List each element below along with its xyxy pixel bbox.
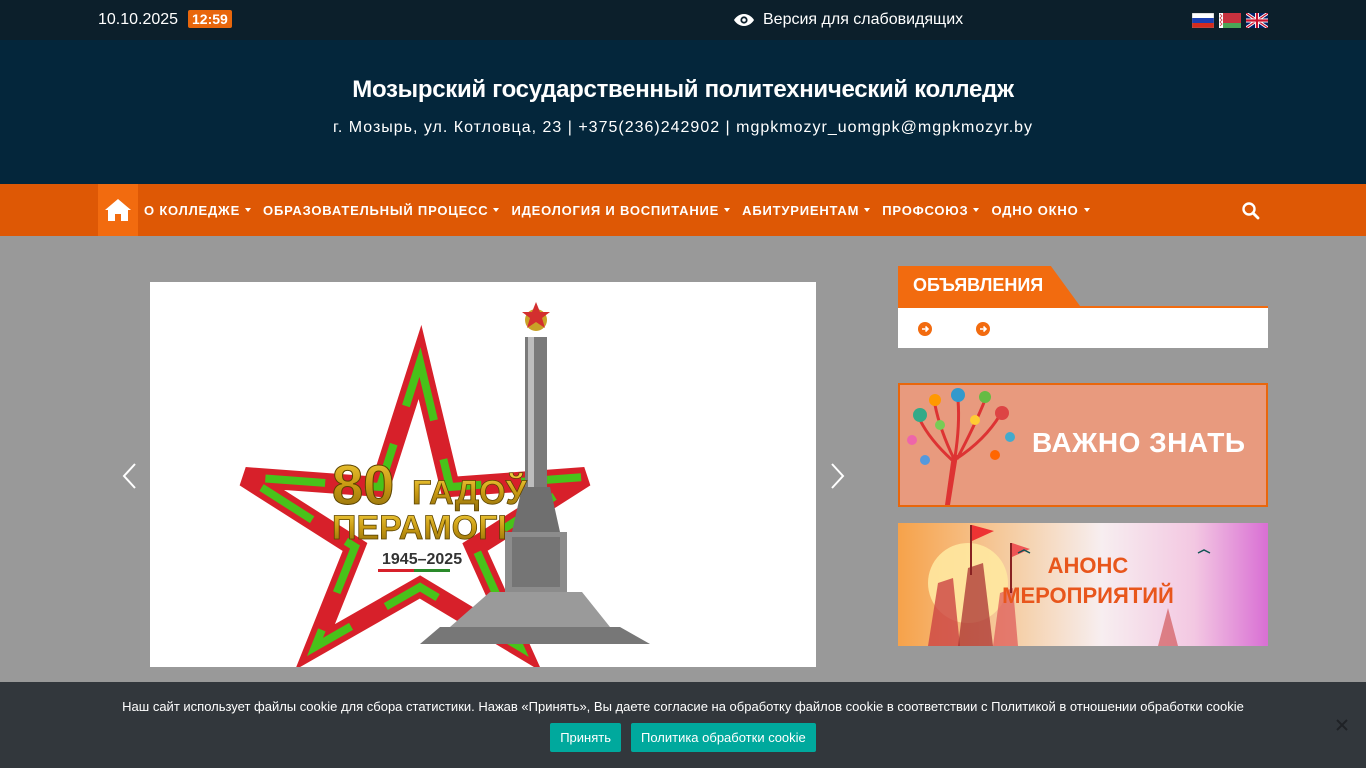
- flag-en-icon[interactable]: [1246, 13, 1268, 28]
- cookie-accept-button[interactable]: Принять: [550, 723, 621, 752]
- slide-text-peramogi: ПЕРАМОГІ: [332, 509, 507, 547]
- nav-item-label: ПРОФСОЮЗ: [882, 202, 969, 218]
- main-navigation: О КОЛЛЕДЖЕ ОБРАЗОВАТЕЛЬНЫЙ ПРОЦЕСС ИДЕОЛ…: [0, 184, 1366, 236]
- cookie-buttons: Принять Политика обработки cookie: [0, 723, 1366, 752]
- search-icon[interactable]: [1240, 200, 1262, 222]
- site-title[interactable]: Мозырский государственный политехнически…: [0, 76, 1366, 104]
- knowledge-tree-illustration: [907, 388, 1015, 505]
- important-to-know-banner[interactable]: ВАЖНО ЗНАТЬ: [898, 383, 1268, 507]
- caret-down-icon: [724, 208, 731, 212]
- nav-item-label: АБИТУРИЕНТАМ: [742, 202, 860, 218]
- caret-down-icon: [973, 208, 980, 212]
- site-description: г. Мозырь, ул. Котловца, 23 | +375(236)2…: [332, 119, 1034, 136]
- arrow-circle-right-icon[interactable]: [976, 322, 990, 336]
- svg-text:80: 80: [332, 453, 394, 516]
- cookie-policy-button[interactable]: Политика обработки cookie: [630, 723, 816, 752]
- cookie-notice: Наш сайт использует файлы cookie для сбо…: [0, 682, 1366, 768]
- nav-menu: О КОЛЛЕДЖЕ ОБРАЗОВАТЕЛЬНЫЙ ПРОЦЕСС ИДЕОЛ…: [144, 184, 1102, 236]
- arrow-circle-right-icon[interactable]: [918, 322, 932, 336]
- nav-item-union[interactable]: ПРОФСОЮЗ: [882, 202, 980, 218]
- caret-down-icon: [864, 208, 871, 212]
- hero-slider: 80 ГАДОЎ ПЕРАМОГІ 1945–2025: [98, 266, 868, 686]
- nav-item-education[interactable]: ОБРАЗОВАТЕЛЬНЫЙ ПРОЦЕСС: [263, 202, 500, 218]
- svg-text:ГАДОЎ: ГАДОЎ: [412, 473, 528, 512]
- caret-down-icon: [245, 208, 252, 212]
- caret-down-icon: [1083, 208, 1090, 212]
- slide-text-gadou: ГАДОЎ: [412, 473, 528, 512]
- slide-image[interactable]: 80 ГАДОЎ ПЕРАМОГІ 1945–2025: [150, 282, 816, 667]
- nav-item-label: ОДНО ОКНО: [991, 202, 1079, 218]
- svg-text:ПЕРАМОГІ: ПЕРАМОГІ: [332, 509, 507, 547]
- nav-item-applicants[interactable]: АБИТУРИЕНТАМ: [742, 202, 871, 218]
- flag-ru-icon[interactable]: [1192, 13, 1214, 28]
- nav-item-one-window[interactable]: ОДНО ОКНО: [991, 202, 1090, 218]
- announcements-widget: ОБЪЯВЛЕНИЯ: [898, 266, 1268, 348]
- accessibility-label: Версия для слабовидящих: [763, 11, 964, 28]
- eye-icon: [734, 14, 754, 26]
- top-bar: 10.10.2025 12:59 Версия для слабовидящих: [0, 0, 1366, 40]
- flag-by-icon[interactable]: [1219, 13, 1241, 28]
- current-time-badge: 12:59: [188, 10, 232, 28]
- announcements-title: ОБЪЯВЛЕНИЯ: [898, 266, 1080, 306]
- svg-text:1945–2025: 1945–2025: [382, 551, 462, 568]
- close-icon[interactable]: [1334, 717, 1350, 733]
- accessibility-link[interactable]: Версия для слабовидящих: [733, 11, 963, 29]
- cookie-message: Наш сайт использует файлы cookie для сбо…: [122, 699, 1244, 714]
- slide-years: 1945–2025: [382, 551, 462, 568]
- announcements-list: [898, 308, 1268, 348]
- home-icon: [105, 199, 131, 221]
- widget-title-bar: ОБЪЯВЛЕНИЯ: [898, 266, 1268, 308]
- nav-item-label: ИДЕОЛОГИЯ И ВОСПИТАНИЕ: [511, 202, 720, 218]
- language-switcher: [1192, 13, 1268, 28]
- caret-down-icon: [493, 208, 500, 212]
- site-header: Мозырский государственный политехнически…: [0, 40, 1366, 184]
- nav-item-label: ОБРАЗОВАТЕЛЬНЫЙ ПРОЦЕСС: [263, 202, 489, 218]
- banner-events-line2: МЕРОПРИЯТИЙ: [1002, 583, 1174, 608]
- banner-events-label: АНОНС МЕРОПРИЯТИЙ: [988, 551, 1188, 611]
- slide-text-80: 80: [332, 453, 394, 516]
- banner-events-line1: АНОНС: [1047, 553, 1129, 578]
- events-announcement-banner[interactable]: АНОНС МЕРОПРИЯТИЙ: [898, 523, 1268, 646]
- nav-item-label: О КОЛЛЕДЖЕ: [144, 202, 241, 218]
- victory-80-emblem: 80 ГАДОЎ ПЕРАМОГІ 1945–2025: [239, 302, 650, 667]
- home-button[interactable]: [98, 184, 138, 236]
- chevron-left-icon[interactable]: [120, 461, 140, 491]
- nav-item-about[interactable]: О КОЛЛЕДЖЕ: [144, 202, 252, 218]
- nav-item-ideology[interactable]: ИДЕОЛОГИЯ И ВОСПИТАНИЕ: [511, 202, 731, 218]
- chevron-right-icon[interactable]: [827, 461, 847, 491]
- current-date: 10.10.2025: [98, 11, 179, 28]
- banner-important-label: ВАЖНО ЗНАТЬ: [1032, 427, 1246, 458]
